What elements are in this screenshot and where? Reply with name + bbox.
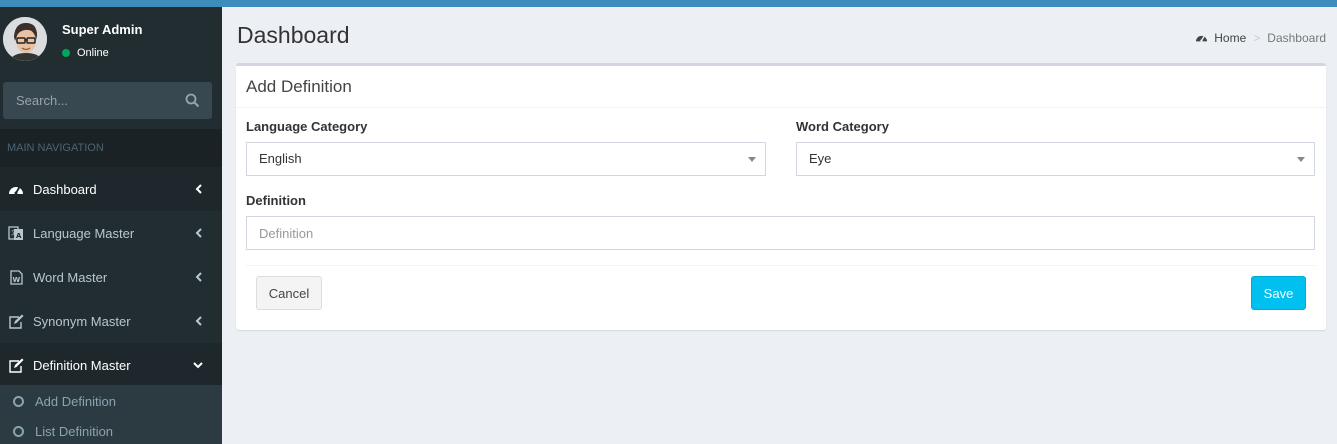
sidebar-item-word-master[interactable]: W Word Master (0, 255, 222, 299)
language-category-select[interactable]: English (246, 142, 766, 176)
word-category-value: Eye (809, 151, 832, 166)
caret-down-icon (1297, 157, 1305, 162)
chevron-left-icon (192, 272, 204, 282)
breadcrumb-separator: > (1253, 31, 1261, 45)
dashboard-icon (1195, 32, 1208, 44)
edit-icon (8, 313, 24, 329)
cancel-button[interactable]: Cancel (256, 276, 322, 310)
edit-icon (8, 357, 24, 373)
word-category-select[interactable]: Eye (796, 142, 1315, 176)
sidebar-item-dashboard[interactable]: Dashboard (0, 167, 222, 211)
chevron-left-icon (192, 184, 204, 194)
box-title: Add Definition (246, 77, 352, 96)
sidebar-subitem-list-definition[interactable]: List Definition (0, 416, 222, 444)
nav-header: MAIN NAVIGATION (0, 129, 222, 167)
breadcrumb-home-link[interactable]: Home (1214, 31, 1246, 45)
language-category-value: English (259, 151, 302, 166)
chevron-down-icon (192, 361, 204, 369)
avatar (3, 17, 47, 61)
user-status: Online (62, 47, 109, 59)
definition-submenu: Add Definition List Definition (0, 385, 222, 444)
sidebar-item-language-master[interactable]: 文 A Language Master (0, 211, 222, 255)
footer-divider (246, 265, 1316, 266)
user-name: Super Admin (62, 22, 143, 37)
circle-icon (13, 395, 24, 407)
top-bar (0, 0, 1337, 7)
search-input[interactable] (3, 82, 178, 119)
breadcrumb-current: Dashboard (1267, 31, 1326, 45)
caret-down-icon (748, 157, 756, 162)
sidebar-search (3, 82, 212, 119)
file-word-icon: W (8, 269, 24, 285)
search-icon[interactable] (185, 93, 200, 108)
sidebar-subitem-label: List Definition (35, 423, 114, 439)
chevron-left-icon (192, 316, 204, 326)
sidebar-item-synonym-master[interactable]: Synonym Master (0, 299, 222, 343)
language-icon: 文 A (8, 225, 24, 241)
sidebar-subitem-add-definition[interactable]: Add Definition (0, 386, 222, 416)
add-definition-box: Add Definition Language Category English… (236, 63, 1326, 330)
sidebar-item-definition-master[interactable]: Definition Master (0, 343, 222, 387)
sidebar-item-label: Word Master (33, 269, 108, 285)
save-button[interactable]: Save (1251, 276, 1306, 310)
box-divider (236, 107, 1326, 108)
sidebar-item-label: Definition Master (33, 357, 131, 373)
definition-input[interactable] (246, 216, 1315, 250)
user-panel: Super Admin Online (0, 7, 222, 71)
page-title: Dashboard (237, 22, 350, 48)
online-status-dot (62, 49, 70, 57)
dashboard-icon (8, 181, 24, 197)
svg-text:W: W (12, 276, 20, 284)
breadcrumb: Home > Dashboard (1195, 31, 1326, 45)
svg-text:A: A (16, 232, 22, 240)
sidebar-item-label: Synonym Master (33, 313, 131, 329)
chevron-left-icon (192, 228, 204, 238)
word-category-label: Word Category (796, 119, 889, 134)
circle-icon (13, 425, 24, 437)
sidebar: Super Admin Online MAIN NAVIGATION Dashb… (0, 7, 222, 444)
sidebar-item-label: Dashboard (33, 181, 97, 197)
sidebar-subitem-label: Add Definition (35, 393, 116, 409)
definition-label: Definition (246, 193, 306, 208)
language-category-label: Language Category (246, 119, 368, 134)
user-status-label: Online (77, 47, 109, 59)
sidebar-item-label: Language Master (33, 225, 135, 241)
